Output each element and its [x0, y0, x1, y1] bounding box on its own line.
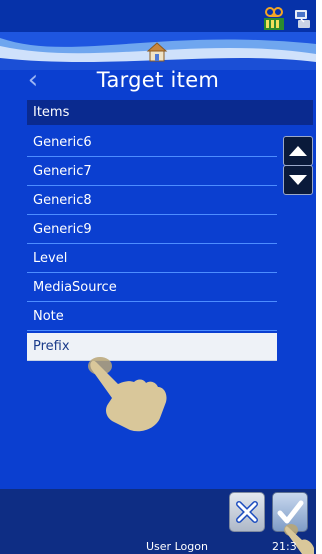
- hand-pointer-icon: [88, 357, 167, 432]
- list-item-generic7[interactable]: Generic7: [27, 158, 277, 186]
- cancel-button[interactable]: [229, 492, 265, 532]
- list-item-level[interactable]: Level: [27, 245, 277, 273]
- page-title: Target item: [96, 68, 220, 92]
- home-icon[interactable]: [146, 41, 168, 63]
- network-icon: [295, 10, 310, 28]
- triangle-down-icon: [289, 175, 307, 185]
- scroll-down-button[interactable]: [283, 165, 313, 195]
- list-item-generic9[interactable]: Generic9: [27, 216, 277, 244]
- screen: ‹ Target item Items Generic6 Generic7 Ge…: [0, 0, 316, 554]
- right-edge: [316, 0, 322, 554]
- triangle-up-icon: [289, 146, 307, 156]
- list-item-generic6[interactable]: Generic6: [27, 129, 277, 157]
- media-status-icon: [264, 7, 284, 30]
- list-item-note[interactable]: Note: [27, 303, 277, 331]
- clock: 21:3: [272, 540, 297, 553]
- list-item-generic8[interactable]: Generic8: [27, 187, 277, 215]
- user-logon-label[interactable]: User Logon: [146, 540, 208, 554]
- close-icon: [236, 501, 258, 523]
- list-item-mediasource[interactable]: MediaSource: [27, 274, 277, 302]
- scroll-up-button[interactable]: [283, 136, 313, 166]
- list-header: Items: [27, 100, 313, 125]
